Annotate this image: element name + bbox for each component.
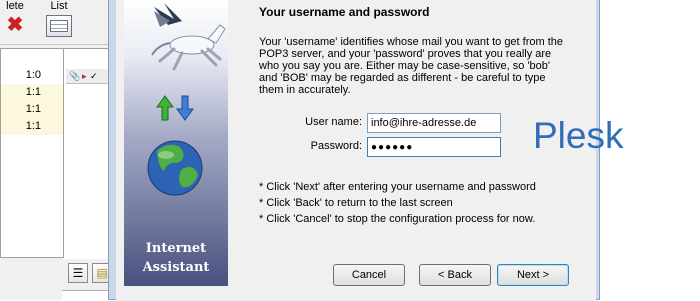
- list-item[interactable]: 1:1: [1, 101, 63, 118]
- check-icon: ✓: [90, 71, 98, 81]
- wizard-illustration: [147, 3, 226, 196]
- globe-icon: [147, 140, 203, 196]
- password-field[interactable]: [367, 137, 501, 157]
- list-button-label: List: [50, 0, 68, 12]
- delete-button-label: lete: [6, 0, 24, 12]
- page-description: Your 'username' identifies whose mail yo…: [259, 36, 564, 96]
- list-item[interactable]: 1:1: [1, 118, 63, 135]
- cancel-button[interactable]: Cancel: [333, 264, 405, 286]
- page-title: Your username and password: [259, 5, 430, 19]
- caption-line-1: Internet: [145, 241, 207, 256]
- delete-toolbar-button[interactable]: lete ✖: [0, 0, 30, 44]
- art-panel-caption: Internet Assistant: [124, 239, 228, 277]
- list-item[interactable]: 1:1: [1, 84, 63, 101]
- pegasus-icon: [151, 3, 226, 71]
- internet-assistant-dialog: Internet Assistant Your username and pas…: [108, 0, 600, 301]
- next-button[interactable]: Next >: [497, 264, 569, 286]
- wizard-art-panel: Internet Assistant: [124, 0, 228, 286]
- toolbar-separator: [0, 44, 120, 45]
- hint-next: * Click 'Next' after entering your usern…: [259, 181, 536, 193]
- username-label: User name:: [305, 116, 362, 128]
- flag-icon: ▸: [82, 71, 87, 81]
- list-item[interactable]: 1:0: [1, 67, 63, 84]
- list-view-icon[interactable]: ☰: [68, 263, 88, 283]
- hint-cancel: * Click 'Cancel' to stop the configurati…: [259, 213, 536, 225]
- list-toolbar-button[interactable]: List: [38, 0, 80, 44]
- password-label: Password:: [310, 140, 362, 152]
- delete-icon: ✖: [6, 14, 24, 36]
- hint-back: * Click 'Back' to return to the last scr…: [259, 197, 453, 209]
- transfer-arrows-icon: [156, 95, 194, 121]
- dialog-client-area: Internet Assistant Your username and pas…: [116, 0, 596, 301]
- back-button[interactable]: < Back: [419, 264, 491, 286]
- message-list-pane[interactable]: 1:0 1:1 1:1 1:1: [0, 48, 64, 258]
- plesk-logo: Plesk: [533, 115, 624, 156]
- username-field[interactable]: [367, 113, 501, 133]
- caption-line-2: Assistant: [142, 260, 210, 275]
- background-app-window: lete ✖ List 1:0 1:1 1:1 1:1 📎 ▸ ✓ ☰ ▤: [0, 0, 120, 301]
- list-icon: [46, 15, 72, 37]
- attachment-icon: 📎: [69, 71, 81, 81]
